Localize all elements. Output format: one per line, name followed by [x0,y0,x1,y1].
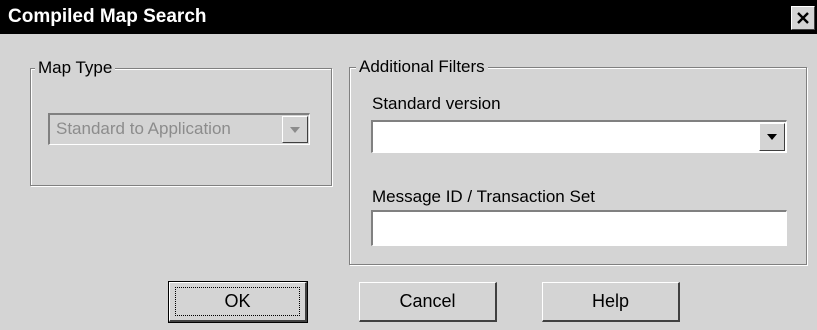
standard-version-dropdown-button[interactable] [759,123,785,151]
map-type-legend: Map Type [35,58,116,78]
message-id-field[interactable] [371,210,787,246]
title-bar[interactable]: Compiled Map Search [0,0,817,34]
help-button[interactable]: Help [542,282,680,322]
dropdown-arrow-icon [767,134,777,140]
close-icon [797,12,809,24]
map-type-select[interactable]: Standard to Application [48,113,310,145]
map-type-group: Map Type Standard to Application [30,58,332,186]
ok-button[interactable]: OK [168,281,308,323]
compiled-map-search-dialog: Compiled Map Search Map Type Standard to… [0,0,817,330]
dialog-title: Compiled Map Search [8,6,207,27]
additional-filters-legend: Additional Filters [356,57,488,77]
cancel-button[interactable]: Cancel [359,282,497,322]
map-type-value: Standard to Application [56,119,231,138]
map-type-dropdown-button[interactable] [282,116,308,143]
ok-button-label: OK [175,287,300,316]
help-button-label: Help [591,291,630,311]
standard-version-label: Standard version [372,94,501,113]
dropdown-arrow-icon [290,126,300,133]
message-id-label: Message ID / Transaction Set [372,187,595,206]
cancel-button-label: Cancel [399,291,456,311]
standard-version-select[interactable] [371,120,787,153]
close-button[interactable] [791,6,815,30]
additional-filters-group: Additional Filters Standard version Mess… [349,57,807,265]
